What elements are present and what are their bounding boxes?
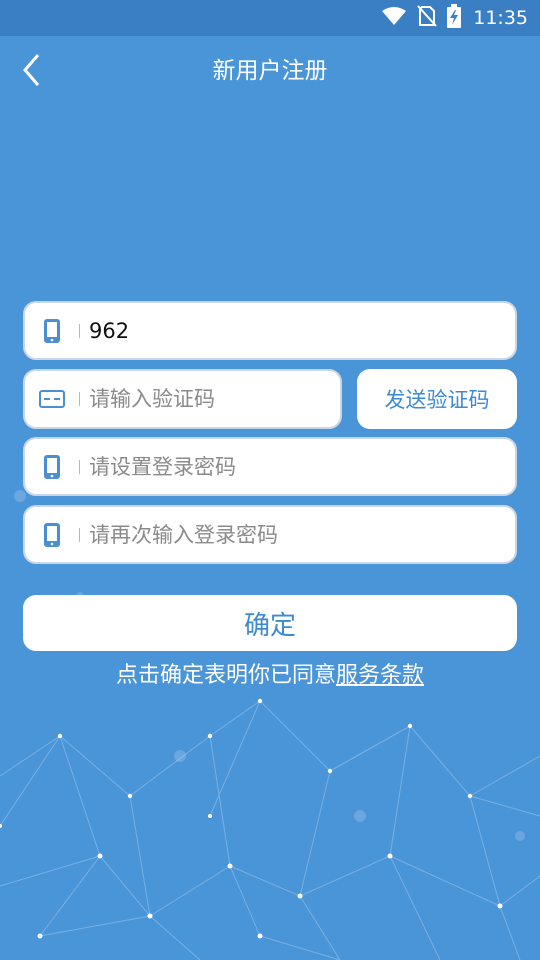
confirm-password-input[interactable] — [89, 507, 501, 562]
confirm-button[interactable]: 确定 — [23, 595, 517, 651]
page-title: 新用户注册 — [212, 58, 328, 84]
phone-icon — [39, 522, 65, 548]
no-sim-icon — [417, 4, 437, 32]
card-icon — [39, 386, 65, 412]
status-time: 11:35 — [473, 7, 528, 29]
field-divider — [79, 459, 80, 474]
status-icons: 11:35 — [381, 0, 528, 36]
verification-code-input[interactable] — [89, 371, 326, 427]
wifi-icon — [381, 6, 407, 30]
battery-charging-icon — [447, 4, 462, 32]
verification-code-field[interactable] — [23, 369, 342, 429]
password-field[interactable] — [23, 437, 517, 496]
nav-bar: 新用户注册 — [0, 36, 540, 106]
confirm-password-field[interactable] — [23, 505, 517, 564]
agreement-notice: 点击确定表明你已同意服务条款 — [0, 656, 540, 696]
phone-icon — [39, 318, 65, 344]
status-bar: 11:35 — [0, 0, 540, 36]
send-code-button[interactable]: 发送验证码 — [357, 369, 517, 429]
phone-field[interactable] — [23, 301, 517, 360]
field-divider — [79, 527, 80, 542]
password-input[interactable] — [89, 439, 501, 494]
agreement-text: 点击确定表明你已同意 — [115, 663, 336, 688]
field-divider — [79, 323, 80, 338]
phone-input[interactable] — [89, 303, 501, 358]
terms-of-service-link[interactable]: 服务条款 — [336, 663, 424, 688]
phone-icon — [39, 454, 65, 480]
network-background — [0, 461, 540, 960]
field-divider — [79, 392, 80, 406]
